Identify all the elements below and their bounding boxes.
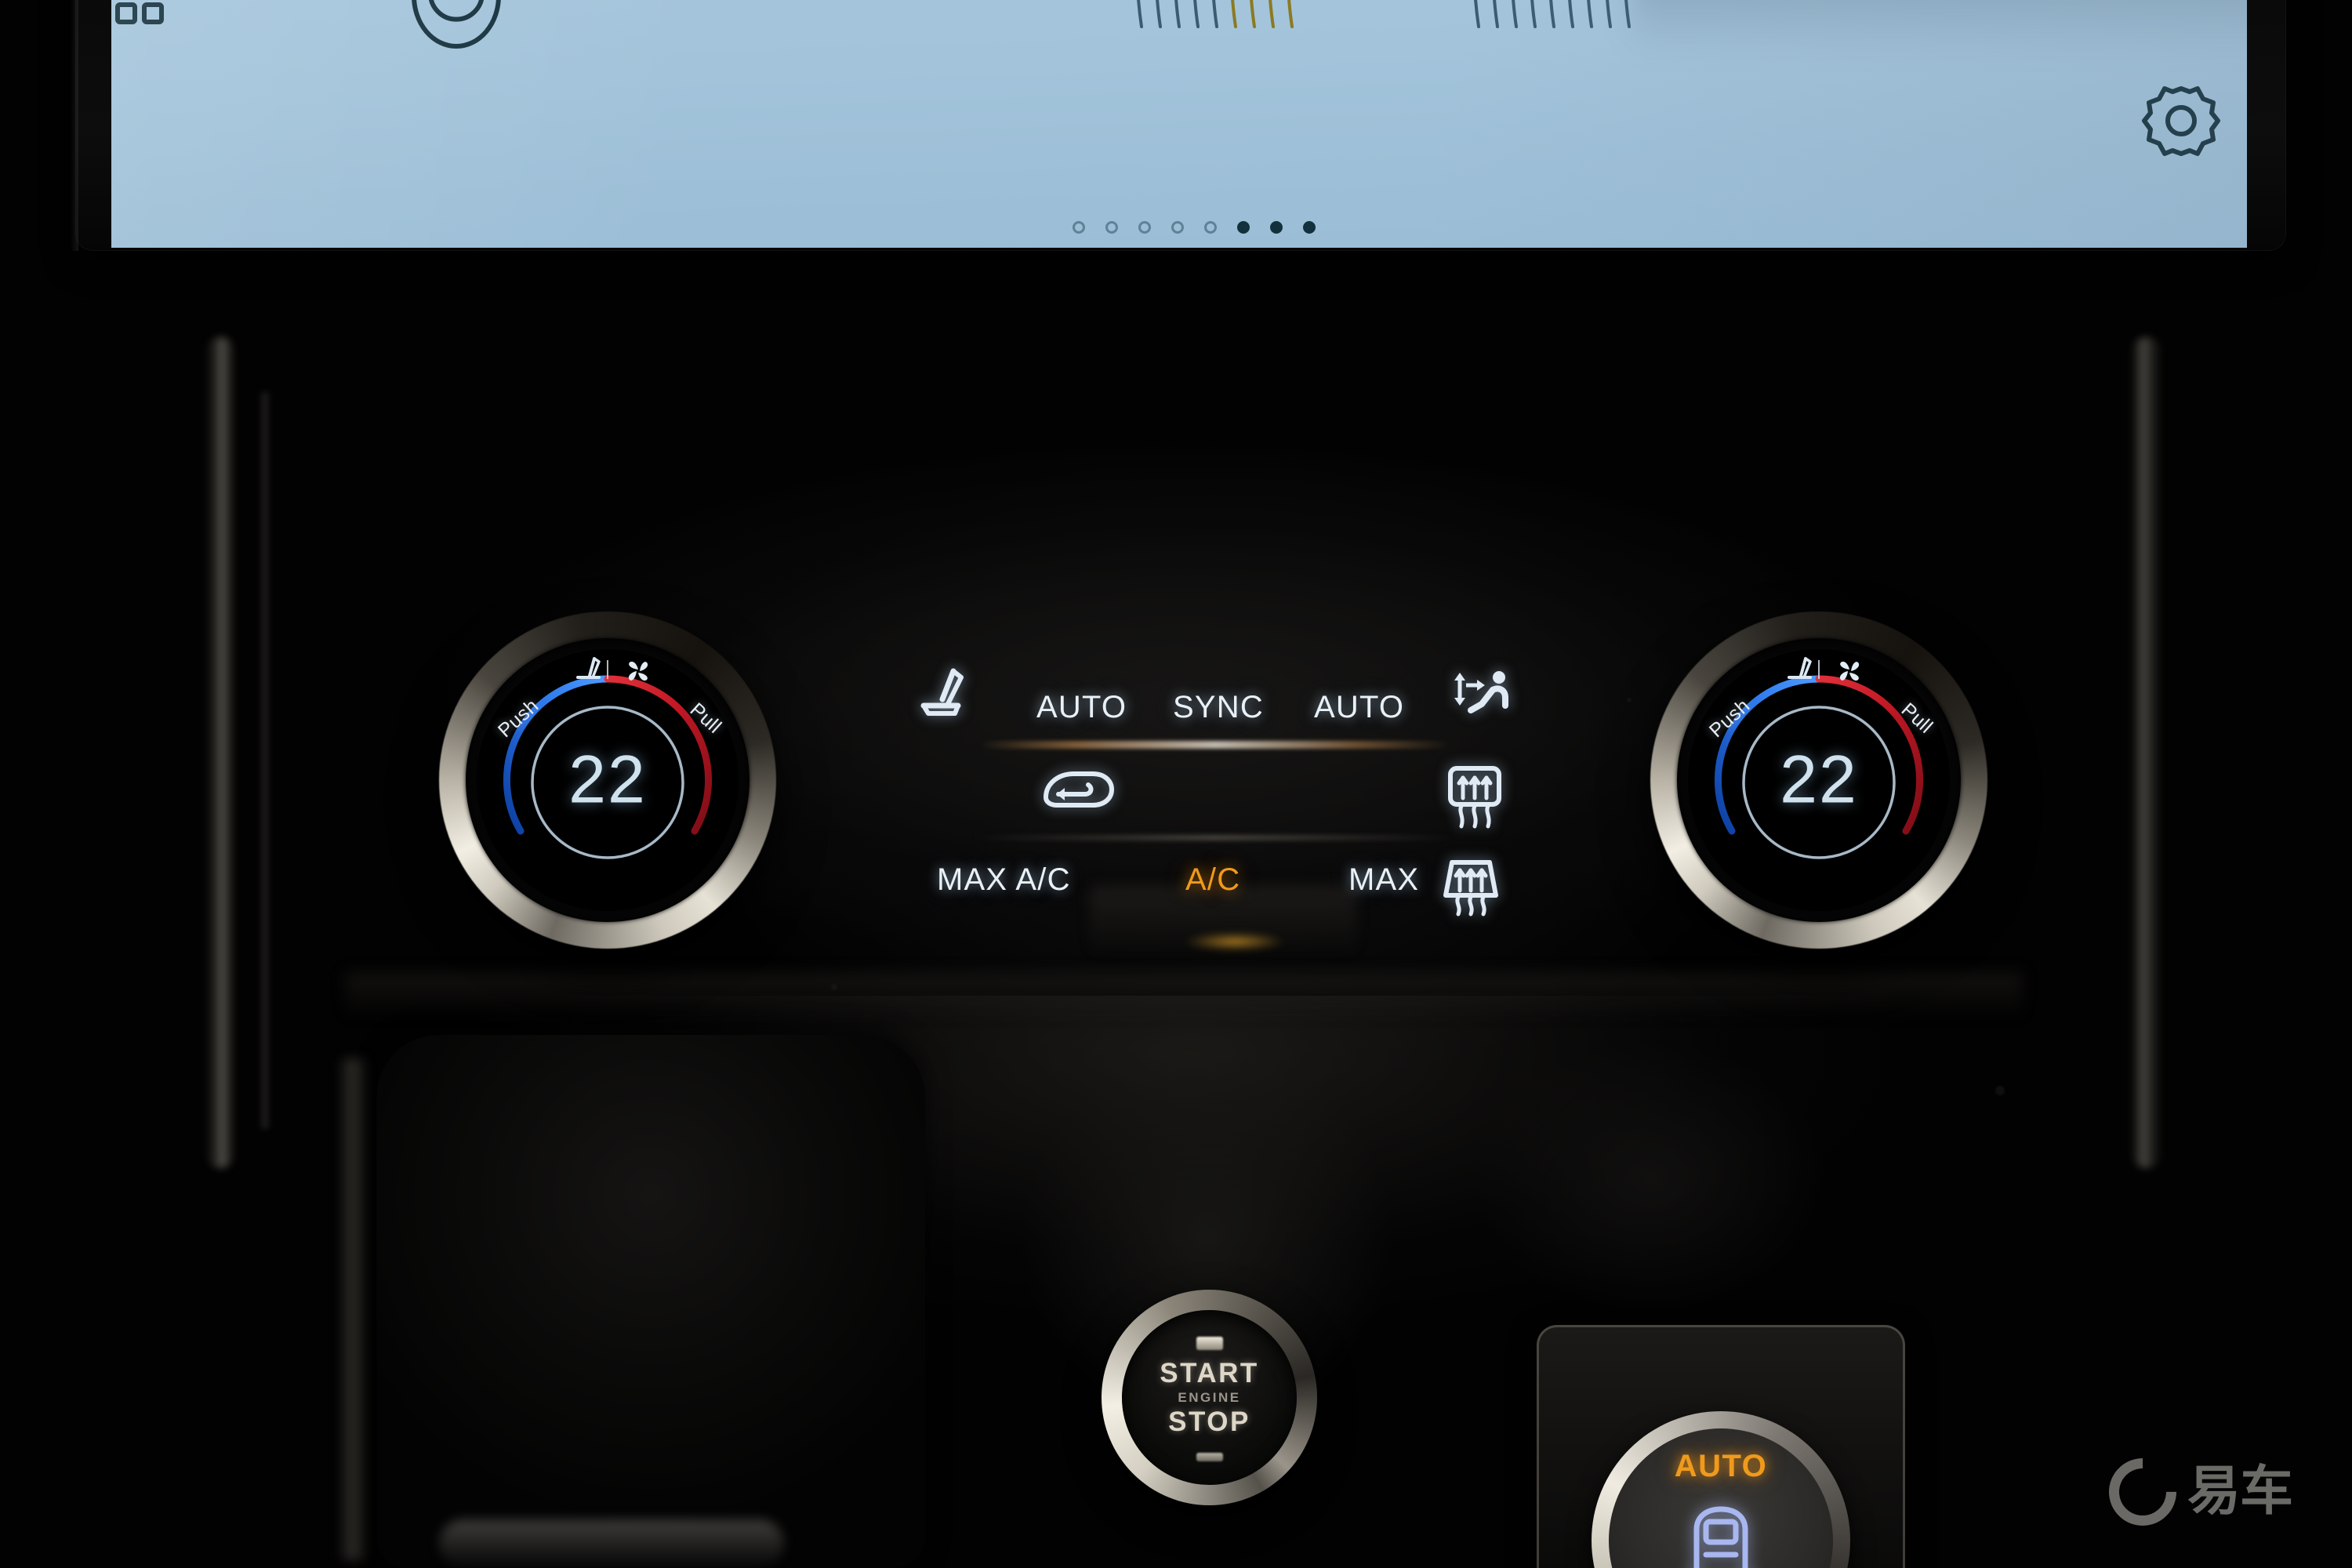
seat-heat-icon (1782, 655, 1818, 692)
engine-label: ENGINE (1178, 1389, 1241, 1405)
dust-speck (1995, 1086, 2005, 1095)
cubby-base-highlight (439, 1519, 784, 1568)
page-dot[interactable] (1204, 221, 1217, 234)
max-ac-button[interactable]: MAX A/C (937, 862, 1071, 898)
left-knob-temperature: 22 (568, 742, 647, 818)
knob-label-divider (607, 660, 608, 679)
console-trim-left-inner (259, 392, 271, 1129)
page-dot[interactable] (1138, 221, 1151, 234)
page-dot-active[interactable] (1270, 221, 1283, 234)
cubby-edge-highlight (337, 1058, 368, 1560)
page-dot-active[interactable] (1237, 221, 1250, 234)
ac-button[interactable]: A/C (1185, 862, 1240, 898)
seat-heat-icon (571, 655, 607, 692)
air-distribution-icon[interactable] (1450, 665, 1529, 733)
front-defrost-icon[interactable] (1436, 853, 1508, 921)
terrain-auto-label: AUTO (1674, 1449, 1768, 1483)
fan-speed-bars-icon-right[interactable] (1460, 0, 1695, 46)
panel-shadow-lip (345, 972, 2023, 1019)
start-stop-top-notch (1196, 1337, 1223, 1350)
start-label: START (1160, 1357, 1259, 1388)
air-recirculation-icon[interactable] (1036, 764, 1120, 826)
max-defrost-label[interactable]: MAX (1348, 862, 1419, 898)
screen-page-indicator[interactable] (1073, 221, 1316, 234)
fan-icon (1834, 655, 1865, 691)
console-trim-left (205, 337, 235, 1168)
terrain-vehicle-icon (1675, 1494, 1767, 1568)
page-dot[interactable] (1171, 221, 1184, 234)
page-dot[interactable] (1073, 221, 1085, 234)
watermark: 易车 (2095, 1444, 2293, 1540)
screen-glare-smudge (1632, 0, 2247, 55)
center-console-screenshot: A/C (0, 0, 2352, 1568)
gear-icon[interactable] (2130, 74, 2232, 180)
power-icon[interactable] (394, 0, 519, 67)
start-stop-engine-button[interactable]: START ENGINE STOP (1102, 1290, 1317, 1505)
auto-right-button[interactable]: AUTO (1314, 690, 1404, 725)
dust-speck (1627, 698, 1632, 702)
yiche-ring-logo (2095, 1444, 2190, 1540)
amber-underglow (1184, 933, 1286, 950)
knob-label-divider (1818, 660, 1820, 679)
start-stop-face[interactable]: START ENGINE STOP (1122, 1310, 1297, 1485)
fan-icon (622, 655, 654, 691)
infotainment-screen[interactable]: A/C (111, 0, 2247, 248)
gear-selector-cubby (376, 1035, 925, 1568)
terrain-response-face[interactable]: AUTO (1609, 1428, 1833, 1568)
fan-speed-bars-icon[interactable] (1123, 0, 1358, 46)
right-knob-temperature: 22 (1780, 742, 1858, 818)
rear-defrost-icon[interactable] (1443, 760, 1510, 838)
start-stop-bottom-notch (1196, 1453, 1223, 1461)
right-temperature-knob[interactable]: Push Pull 22 (1650, 612, 1987, 949)
stop-label: STOP (1168, 1406, 1250, 1437)
left-knob-display[interactable]: Push Pull 22 (477, 649, 739, 911)
panel-separator-glow-lower (972, 835, 1458, 840)
sync-button[interactable]: SYNC (1173, 690, 1264, 725)
grid-apps-icon[interactable] (111, 0, 190, 54)
right-knob-display[interactable]: Push Pull 22 (1688, 649, 1950, 911)
left-temperature-knob[interactable]: Push Pull 22 (439, 612, 776, 949)
seat-icon[interactable] (916, 665, 974, 730)
console-trim-right (2131, 337, 2162, 1168)
watermark-text: 易车 (2187, 1461, 2293, 1523)
auto-left-button[interactable]: AUTO (1036, 690, 1127, 725)
page-dot-active[interactable] (1303, 221, 1316, 234)
dust-speck (831, 984, 837, 990)
camera-icon[interactable] (2142, 0, 2228, 4)
panel-separator-glow (980, 741, 1450, 749)
page-dot[interactable] (1105, 221, 1118, 234)
